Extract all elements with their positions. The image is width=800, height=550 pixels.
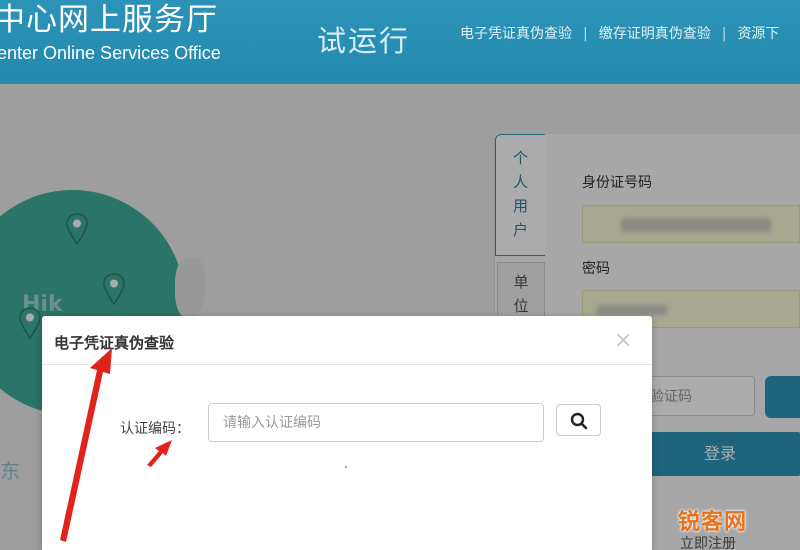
loading-dot bbox=[345, 466, 347, 468]
nav-separator: | bbox=[583, 26, 588, 42]
nav-resource-download[interactable]: 资源下 bbox=[737, 26, 779, 42]
trial-label: 试运行 bbox=[317, 24, 411, 58]
site-header: 中心网上服务厅 enter Online Services Office 试运行… bbox=[0, 0, 800, 84]
nav-e-voucher-verify[interactable]: 电子凭证真伪查验 bbox=[460, 26, 572, 42]
auth-code-input[interactable] bbox=[208, 403, 544, 442]
search-button[interactable] bbox=[556, 404, 601, 436]
nav-separator: | bbox=[721, 26, 727, 42]
nav-deposit-proof-verify[interactable]: 缴存证明真伪查验 bbox=[599, 26, 711, 42]
top-nav: 电子凭证真伪查验 | 缴存证明真伪查验 | 资源下 bbox=[460, 23, 779, 43]
site-title: 中心网上服务厅 bbox=[0, 2, 218, 38]
close-icon[interactable]: × bbox=[614, 328, 632, 354]
dialog-title: 电子凭证真伪查验 bbox=[54, 334, 175, 352]
dialog-divider bbox=[42, 364, 652, 365]
auth-code-label: 认证编码： bbox=[120, 421, 190, 437]
watermark-logo: 锐客网 bbox=[678, 510, 748, 535]
verify-dialog: 电子凭证真伪查验 × 认证编码： bbox=[42, 316, 652, 550]
site-subtitle: enter Online Services Office bbox=[0, 43, 221, 63]
search-icon bbox=[570, 412, 588, 430]
